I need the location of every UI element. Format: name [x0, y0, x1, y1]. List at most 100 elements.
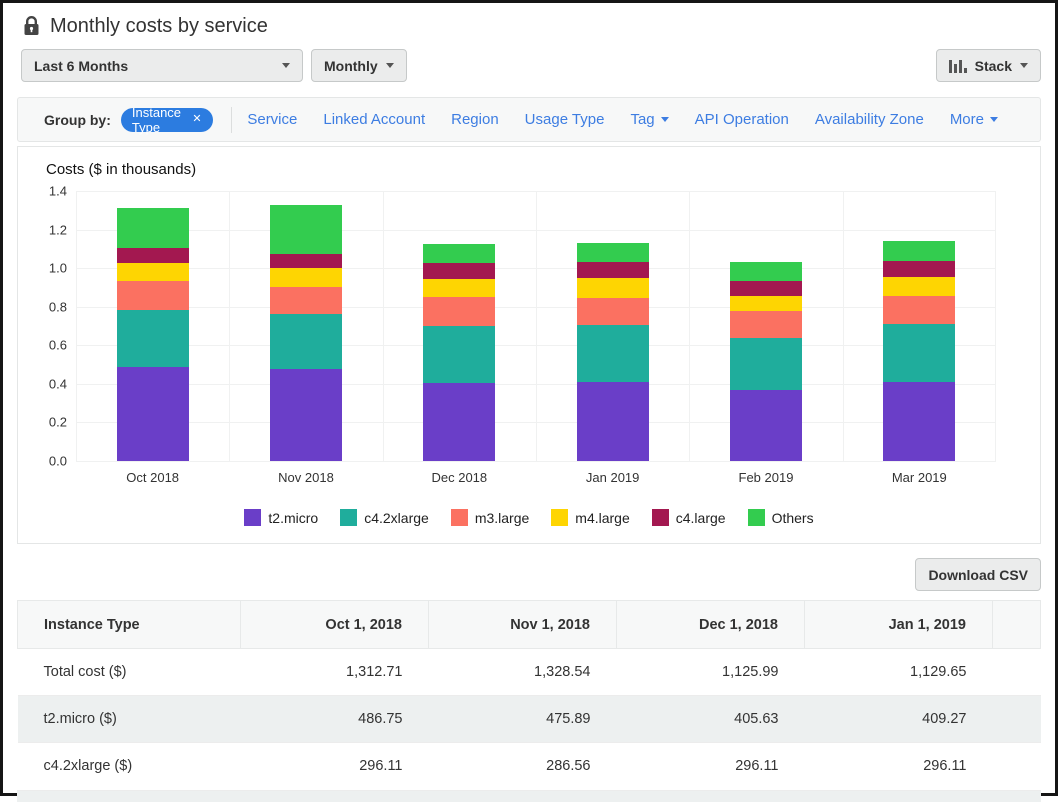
y-tick-label: 0.0: [49, 454, 67, 469]
bar-segment-c4-2xlarge: [117, 310, 189, 367]
group-by-link-label: More: [950, 111, 984, 128]
x-tick-label: Feb 2019: [689, 470, 842, 485]
plot-area: [76, 191, 996, 461]
bar-segment-m4-large: [423, 279, 495, 297]
bar-segment-c4-2xlarge: [883, 324, 955, 381]
gridline-v: [689, 191, 690, 461]
column-header-filler: [993, 601, 1041, 649]
legend-item-others: Others: [748, 509, 814, 526]
date-range-dropdown[interactable]: Last 6 Months: [21, 49, 303, 82]
y-tick-label: 0.4: [49, 376, 67, 391]
group-by-link-usage-type[interactable]: Usage Type: [525, 111, 605, 128]
legend-item-c4-large: c4.large: [652, 509, 726, 526]
bar-segment-others: [730, 262, 802, 281]
bar-chart-icon: [949, 59, 967, 73]
group-by-link-linked-account[interactable]: Linked Account: [323, 111, 425, 128]
gridline-v: [536, 191, 537, 461]
group-by-link-label: Usage Type: [525, 111, 605, 128]
download-row: Download CSV: [17, 558, 1041, 591]
chart-style-dropdown[interactable]: Stack: [936, 49, 1041, 82]
group-by-link-tag[interactable]: Tag: [630, 111, 668, 128]
column-header-date: Oct 1, 2018: [241, 601, 429, 649]
legend-label: c4.large: [676, 510, 726, 526]
column-header-date: Nov 1, 2018: [429, 601, 617, 649]
x-axis-labels: Oct 2018Nov 2018Dec 2018Jan 2019Feb 2019…: [76, 470, 996, 485]
cell-value: 409.27: [805, 696, 993, 743]
group-by-toolbar: Group by: Instance Type ✕ Service Linked …: [17, 97, 1041, 142]
group-by-link-more[interactable]: More: [950, 111, 998, 128]
chevron-down-icon: [661, 117, 669, 122]
legend-item-t2-micro: t2.micro: [244, 509, 318, 526]
cell-value: 286.56: [429, 743, 617, 790]
bar-segment-others: [117, 208, 189, 248]
chevron-down-icon: [1020, 63, 1028, 68]
group-by-link-region[interactable]: Region: [451, 111, 499, 128]
legend-label: m3.large: [475, 510, 529, 526]
gridline-v: [843, 191, 844, 461]
y-tick-label: 1.2: [49, 222, 67, 237]
group-by-chip-instance-type[interactable]: Instance Type ✕: [121, 108, 213, 132]
legend-swatch: [340, 509, 357, 526]
y-tick-label: 1.0: [49, 261, 67, 276]
download-csv-label: Download CSV: [928, 567, 1028, 583]
stacked-bar-oct-2018: [117, 208, 189, 461]
granularity-dropdown[interactable]: Monthly: [311, 49, 407, 82]
x-tick-label: Nov 2018: [229, 470, 382, 485]
y-tick-label: 0.8: [49, 299, 67, 314]
bar-segment-others: [577, 243, 649, 262]
cell-filler: [993, 696, 1041, 743]
table-row: t2.micro ($)486.75475.89405.63409.27: [18, 696, 1041, 743]
cell-value: 1,312.71: [241, 649, 429, 696]
legend-swatch: [451, 509, 468, 526]
bar-segment-m4-large: [270, 268, 342, 287]
group-by-link-availability-zone[interactable]: Availability Zone: [815, 111, 924, 128]
lock-icon: [23, 16, 40, 36]
table-row: Total cost ($)1,312.711,328.541,125.991,…: [18, 649, 1041, 696]
group-by-label: Group by:: [44, 112, 111, 128]
bar-segment-t2-micro: [117, 367, 189, 461]
cell-value: 296.11: [241, 743, 429, 790]
bar-segment-t2-micro: [270, 369, 342, 461]
bar-segment-t2-micro: [730, 390, 802, 461]
cell-value: 1,328.54: [429, 649, 617, 696]
close-icon[interactable]: ✕: [192, 114, 201, 125]
cell-value: 1,129.65: [805, 649, 993, 696]
legend-label: t2.micro: [268, 510, 318, 526]
gridline-v: [383, 191, 384, 461]
bar-segment-c4-large: [577, 262, 649, 278]
bar-segment-others: [423, 244, 495, 263]
y-tick-label: 1.4: [49, 184, 67, 199]
cell-value: 296.11: [805, 743, 993, 790]
chart-legend: t2.micro c4.2xlarge m3.large m4.large c4.lar…: [18, 509, 1040, 526]
bar-segment-c4-large: [117, 248, 189, 263]
bar-segment-m4-large: [117, 263, 189, 281]
controls-row: Last 6 Months Monthly Stack: [17, 49, 1041, 82]
table-header-row: Instance TypeOct 1, 2018Nov 1, 2018Dec 1…: [18, 601, 1041, 649]
y-axis: 0.00.20.40.60.81.01.21.4: [18, 191, 76, 461]
group-by-link-api-operation[interactable]: API Operation: [695, 111, 789, 128]
bar-segment-m3-large: [270, 287, 342, 314]
stacked-bar-dec-2018: [423, 244, 495, 461]
chart-style-value: Stack: [975, 58, 1012, 74]
cell-filler: [993, 743, 1041, 790]
x-tick-label: Dec 2018: [383, 470, 536, 485]
legend-item-m4-large: m4.large: [551, 509, 629, 526]
download-csv-button[interactable]: Download CSV: [915, 558, 1041, 591]
granularity-value: Monthly: [324, 58, 378, 74]
legend-label: c4.2xlarge: [364, 510, 429, 526]
y-tick-label: 0.6: [49, 338, 67, 353]
chip-label: Instance Type: [132, 105, 185, 135]
stacked-bar-jan-2019: [577, 243, 649, 461]
legend-label: m4.large: [575, 510, 629, 526]
gridline-h: [76, 461, 996, 462]
group-by-link-service[interactable]: Service: [247, 111, 297, 128]
gridline-v: [229, 191, 230, 461]
date-range-value: Last 6 Months: [34, 58, 128, 74]
cell-value: 1,125.99: [617, 649, 805, 696]
stacked-bar-nov-2018: [270, 205, 342, 461]
chevron-down-icon: [386, 63, 394, 68]
gridline-v: [76, 191, 77, 461]
chart-title: Costs ($ in thousands): [46, 161, 1040, 178]
x-tick-label: Oct 2018: [76, 470, 229, 485]
bar-segment-others: [883, 241, 955, 261]
